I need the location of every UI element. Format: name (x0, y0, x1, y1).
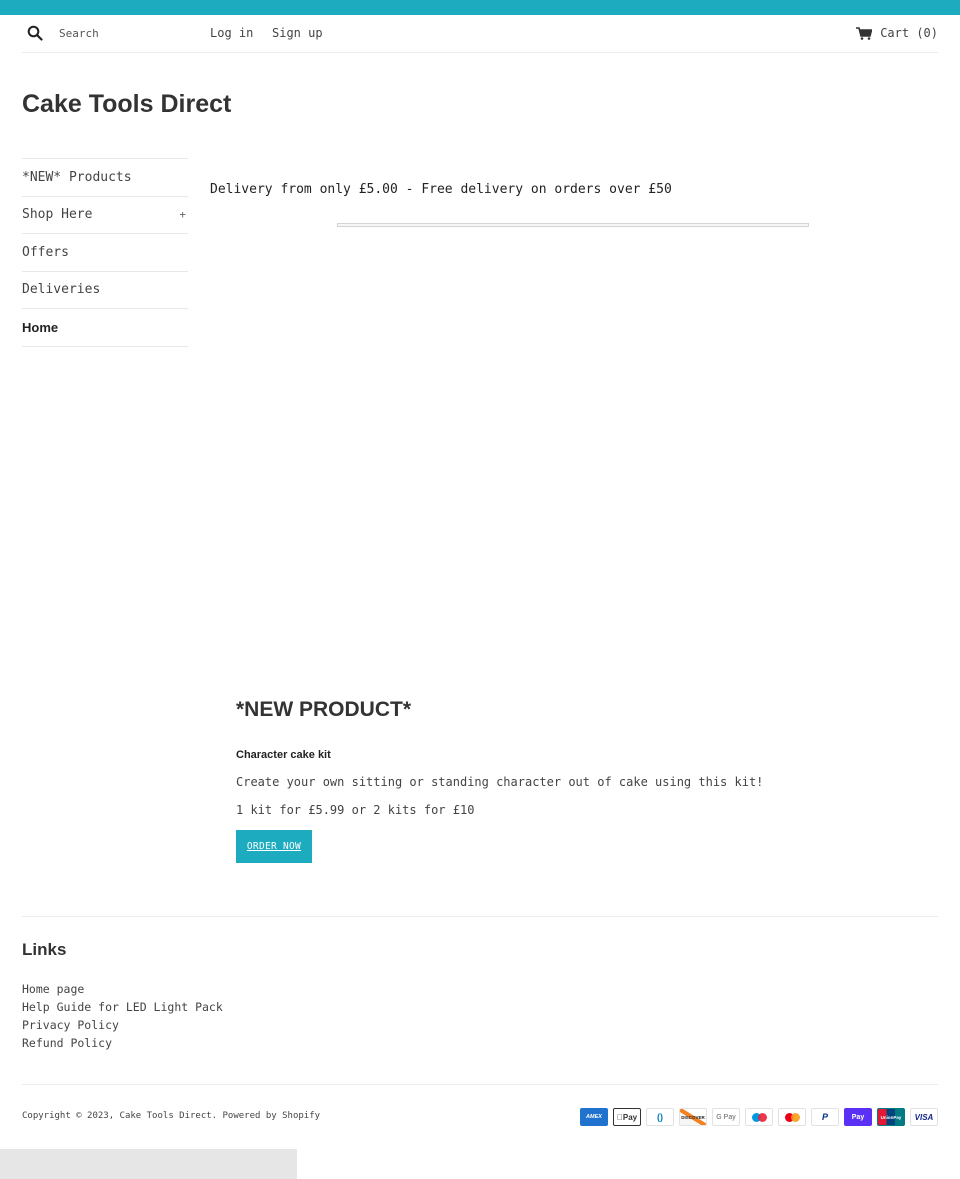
site-header: Log in Sign up Cart (0) (22, 15, 938, 53)
footer-divider (22, 916, 938, 917)
maestro-icon (745, 1108, 773, 1126)
featured-title: *NEW PRODUCT* (236, 698, 412, 721)
diners-club-icon: () (646, 1108, 674, 1126)
sidebar-item-offers[interactable]: Offers (22, 234, 188, 272)
discover-icon: DISCOVER (679, 1108, 707, 1126)
product-description: Create your own sitting or standing char… (236, 775, 764, 789)
apple-pay-icon: Pay (613, 1108, 641, 1126)
cart-icon (856, 26, 873, 40)
sidebar-item-label: Shop Here (22, 207, 93, 223)
sidebar-item-deliveries[interactable]: Deliveries (22, 272, 188, 309)
sidebar-item-label: *NEW* Products (22, 169, 132, 185)
copyright-text: Copyright © 2023, Cake Tools Direct. Pow… (22, 1111, 320, 1121)
footer-link-privacy-policy[interactable]: Privacy Policy (22, 1018, 119, 1032)
login-link[interactable]: Log in (210, 26, 253, 40)
apple-pay-label: Pay (619, 1112, 637, 1122)
google-pay-icon: G Pay (712, 1108, 740, 1126)
footer-link-home-page[interactable]: Home page (22, 982, 84, 996)
site-title[interactable]: Cake Tools Direct (22, 90, 231, 119)
sidebar-item-label: Offers (22, 244, 69, 260)
slideshow-placeholder (337, 223, 809, 227)
maestro-red-circle (757, 1112, 767, 1122)
visa-icon: VISA (910, 1108, 938, 1126)
amex-icon: AMEX (580, 1108, 608, 1126)
sidebar-nav: *NEW* Products Shop Here + Offers Delive… (22, 158, 188, 347)
search-input[interactable] (52, 21, 202, 45)
footer-divider-bottom (22, 1084, 938, 1085)
sidebar-item-label: Home (22, 319, 59, 335)
union-pay-icon: UnionPay (877, 1108, 905, 1126)
payment-icons: AMEX Pay () DISCOVER G Pay P Pay UnionP… (580, 1108, 938, 1126)
cart-link[interactable]: Cart (0) (856, 26, 938, 40)
powered-by-shopify-link[interactable]: . Powered by Shopify (212, 1111, 320, 1121)
product-price: 1 kit for £5.99 or 2 kits for £10 (236, 803, 475, 817)
footer-link-refund-policy[interactable]: Refund Policy (22, 1036, 112, 1050)
footer-links-title: Links (22, 940, 67, 959)
footer-links-list: Home page Help Guide for LED Light Pack … (22, 980, 223, 1052)
sidebar-item-shop-here[interactable]: Shop Here + (22, 197, 188, 234)
sidebar-item-label: Deliveries (22, 282, 101, 298)
delivery-announcement: Delivery from only £5.00 - Free delivery… (210, 182, 672, 197)
signup-link[interactable]: Sign up (272, 26, 323, 40)
copyright-store-link[interactable]: Cake Tools Direct (120, 1111, 212, 1121)
featured-product-section: *NEW PRODUCT* Character cake kit Create … (236, 698, 936, 863)
paypal-icon: P (811, 1108, 839, 1126)
bottom-overlay-bar (0, 1149, 297, 1179)
sidebar-item-home[interactable]: Home (22, 309, 188, 347)
product-name: Character cake kit (236, 749, 331, 761)
announcement-top-bar (0, 0, 960, 15)
cart-label: Cart (0) (880, 26, 938, 40)
sidebar-item-new-products[interactable]: *NEW* Products (22, 159, 188, 197)
search-icon[interactable] (27, 25, 43, 41)
expand-plus-icon[interactable]: + (179, 208, 186, 221)
mastercard-icon (778, 1108, 806, 1126)
footer-link-led-guide[interactable]: Help Guide for LED Light Pack (22, 1000, 223, 1014)
shop-pay-icon: Pay (844, 1108, 872, 1126)
mastercard-orange-circle (790, 1112, 800, 1122)
order-now-button[interactable]: ORDER NOW (236, 830, 312, 863)
copyright-prefix: Copyright © 2023, (22, 1111, 120, 1121)
